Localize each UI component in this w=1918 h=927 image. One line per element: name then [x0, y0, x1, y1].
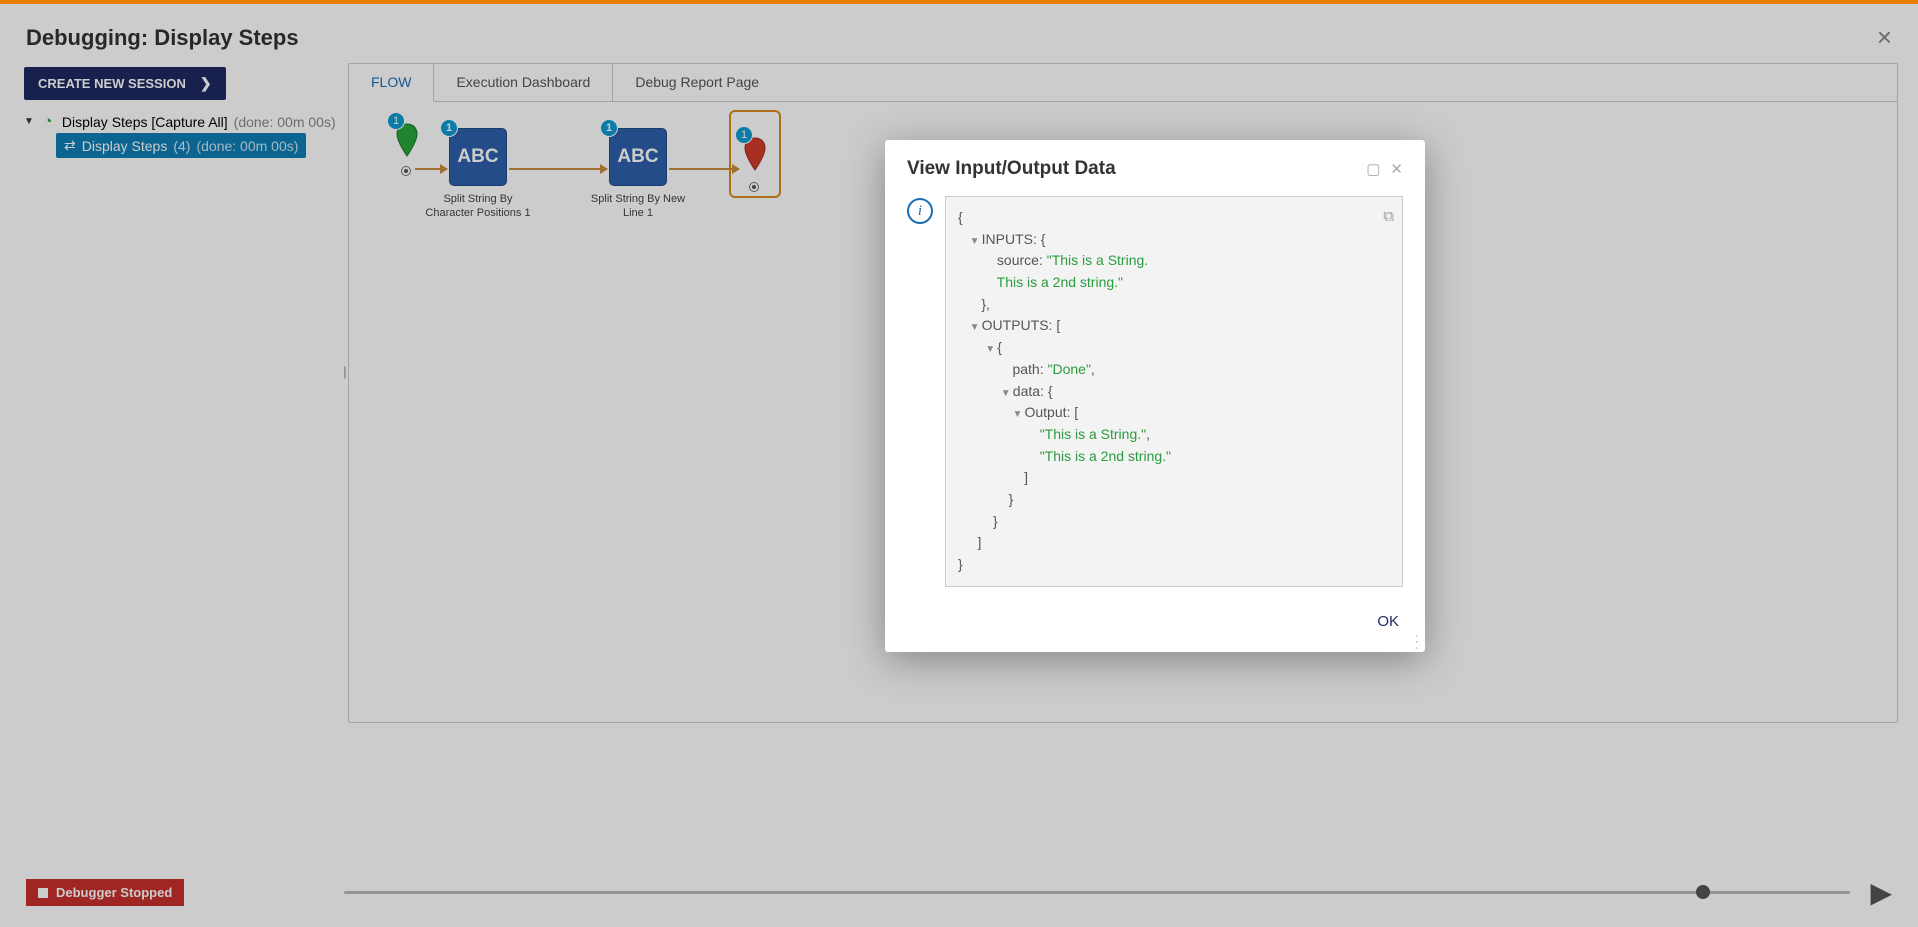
- end-badge: 1: [735, 126, 753, 144]
- slider-thumb[interactable]: [1696, 885, 1710, 899]
- tab-execution-dashboard[interactable]: Execution Dashboard: [434, 64, 613, 101]
- stop-icon: [38, 888, 48, 898]
- page-title: Debugging: Display Steps: [26, 25, 299, 51]
- debugger-status-badge: Debugger Stopped: [26, 879, 184, 906]
- create-session-label: CREATE NEW SESSION: [38, 76, 186, 91]
- node1-badge: 1: [440, 119, 458, 137]
- expand-icon[interactable]: ▼: [24, 116, 34, 127]
- maximize-icon[interactable]: ▢: [1366, 160, 1380, 178]
- tree-child-row[interactable]: ⇄ Display Steps (4) (done: 00m 00s): [56, 133, 306, 158]
- tree-child-label: Display Steps: [82, 138, 168, 154]
- tree-child-count: (4): [173, 138, 190, 154]
- sidebar: CREATE NEW SESSION ❯ ▼ ◔ Display Steps […: [20, 63, 340, 723]
- json-viewer[interactable]: ⧉ { ▼INPUTS: { source: "This is a String…: [945, 196, 1403, 587]
- resize-handle-icon[interactable]: ||: [343, 364, 344, 379]
- play-icon[interactable]: ▶: [1870, 876, 1892, 909]
- flow-node-split-char[interactable]: 1 ABC Split String By Character Position…: [423, 128, 533, 221]
- flow-end-node[interactable]: 1: [729, 110, 789, 198]
- abc-icon: ABC: [617, 146, 658, 168]
- close-icon[interactable]: ×: [1877, 22, 1892, 53]
- tab-debug-report[interactable]: Debug Report Page: [613, 64, 781, 101]
- tree-root-row[interactable]: ▼ ◔ Display Steps [Capture All] (done: 0…: [20, 110, 340, 133]
- timeline-slider[interactable]: [344, 891, 1850, 894]
- copy-icon[interactable]: ⧉: [1383, 205, 1394, 228]
- flow-step-icon: ⇄: [64, 137, 76, 154]
- tab-flow[interactable]: FLOW: [349, 64, 434, 102]
- tree-child-status: (done: 00m 00s): [196, 138, 298, 154]
- info-icon: i: [907, 198, 933, 224]
- node1-label: Split String By Character Positions 1: [423, 192, 533, 221]
- tree-root-label: Display Steps [Capture All]: [62, 114, 228, 130]
- flow-node-split-newline[interactable]: 1 ABC Split String By New Line 1: [583, 128, 693, 221]
- start-badge: 1: [387, 112, 405, 130]
- debugger-status-text: Debugger Stopped: [56, 885, 172, 900]
- chevron-right-icon: ❯: [200, 75, 212, 92]
- node2-badge: 1: [600, 119, 618, 137]
- create-new-session-button[interactable]: CREATE NEW SESSION ❯: [24, 67, 226, 100]
- dialog-title: View Input/Output Data: [907, 158, 1116, 180]
- ok-button[interactable]: OK: [1371, 609, 1405, 634]
- node2-label: Split String By New Line 1: [583, 192, 693, 221]
- tree-root-status: (done: 00m 00s): [234, 114, 336, 130]
- dialog-close-icon[interactable]: ✕: [1390, 160, 1403, 178]
- abc-icon: ABC: [457, 146, 498, 168]
- clock-icon: ◔: [40, 113, 56, 130]
- io-data-dialog: View Input/Output Data ▢ ✕ i ⧉ { ▼INPUTS…: [885, 140, 1425, 652]
